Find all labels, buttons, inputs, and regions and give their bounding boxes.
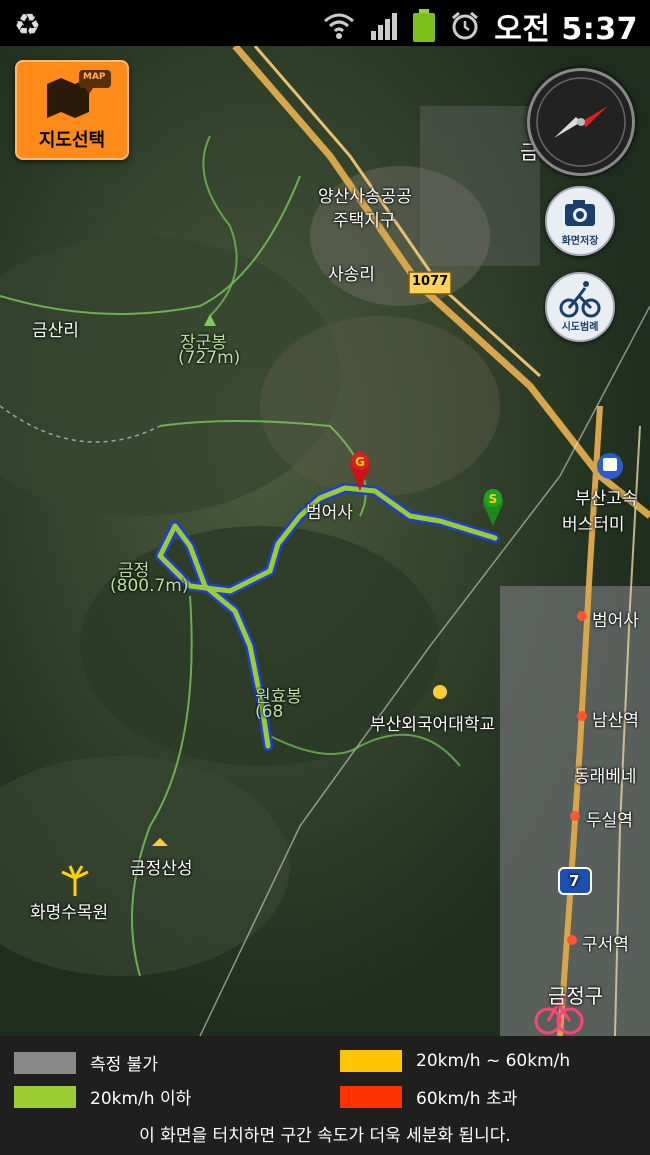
camera-icon — [565, 200, 595, 226]
station-dot-icon — [577, 711, 587, 721]
label-wonhyo-height: (68 — [255, 702, 284, 722]
legend-item-over-60: 60km/h 초과 — [340, 1084, 517, 1109]
legend-swatch-gray — [14, 1051, 76, 1074]
label-geumsanri: 금산리 — [32, 321, 79, 341]
status-time: 오전 5:37 — [494, 12, 638, 47]
label-apartment: 양산사송공공 — [318, 187, 412, 207]
station-dot-icon — [570, 811, 580, 821]
label-route7: 7 — [569, 872, 580, 890]
speed-legend[interactable]: 측정 불가 20km/h ~ 60km/h 20km/h 이하 60km/h 초… — [0, 1036, 650, 1155]
compass-icon[interactable] — [527, 68, 635, 176]
label-geumjeong-height: (800.7m) — [110, 576, 189, 596]
label-apartment2: 주택지구 — [333, 211, 396, 231]
legend-label-unmeasurable: 측정 불가 — [90, 1055, 158, 1075]
station-dot-icon — [577, 611, 587, 621]
recycle-icon: ♻ — [14, 8, 41, 43]
legend-swatch-red — [340, 1085, 402, 1108]
legend-item-unmeasurable: 측정 불가 — [14, 1050, 158, 1075]
school-icon — [433, 685, 447, 699]
status-bar: ♻ 오전 5:37 — [0, 0, 650, 47]
bike-legend-button[interactable]: 시도범례 — [545, 272, 615, 342]
save-screen-label: 화면저장 — [561, 236, 599, 247]
map-badge: MAP — [83, 72, 106, 82]
station-dot-icon — [567, 935, 577, 945]
legend-item-under-20: 20km/h 이하 — [14, 1084, 191, 1109]
map-select-button[interactable]: MAP 지도선택 — [15, 60, 129, 160]
legend-touch-note: 이 화면을 터치하면 구간 속도가 더욱 세분화 됩니다. — [139, 1126, 511, 1146]
label-namsan-station: 남산역 — [592, 711, 639, 731]
legend-label-20-60: 20km/h ~ 60km/h — [416, 1051, 571, 1071]
label-janggun-height: (727m) — [178, 348, 241, 368]
label-beomeosa: 범어사 — [306, 503, 353, 523]
label-hwamyeong: 화명수목원 — [30, 903, 109, 923]
label-bus-terminal: 부산고속 — [575, 489, 638, 509]
label-sasong: 사송리 — [328, 265, 375, 285]
wifi-icon — [324, 13, 355, 39]
map-icon — [47, 70, 111, 118]
label-geumjeongsanseong: 금정산성 — [130, 859, 193, 879]
cyclist-icon — [559, 281, 601, 318]
legend-swatch-yellow — [340, 1050, 402, 1072]
legend-label-over-60: 60km/h 초과 — [416, 1089, 518, 1109]
label-beomeosa-station: 범어사 — [592, 611, 639, 631]
map-select-label: 지도선택 — [38, 130, 106, 151]
bus-icon — [597, 453, 623, 479]
label-guseo-station: 구서역 — [582, 935, 629, 955]
legend-swatch-green — [14, 1085, 76, 1108]
label-dongnae: 동래베네 — [574, 767, 637, 787]
label-bus-terminal2: 버스터미 — [562, 515, 625, 535]
legend-label-under-20: 20km/h 이하 — [90, 1089, 192, 1109]
save-screen-button[interactable]: 화면저장 — [545, 186, 615, 256]
bike-legend-label: 시도범례 — [561, 322, 599, 333]
satellite-map[interactable]: G S 양산사송공공 주택지구 사송리 1077 금산리 장군봉 (727m) … — [0, 46, 650, 1036]
alarm-icon — [452, 11, 479, 40]
svg-text:G: G — [355, 455, 365, 469]
label-geumjeonggu: 금정구 — [548, 984, 604, 1008]
signal-icon — [371, 13, 398, 40]
legend-item-20-60: 20km/h ~ 60km/h — [340, 1050, 570, 1072]
label-road1077: 1077 — [412, 274, 449, 289]
svg-text:S: S — [489, 492, 498, 506]
label-dusil-station: 두실역 — [586, 811, 633, 831]
battery-icon — [413, 9, 436, 42]
label-busan-univ: 부산외국어대학교 — [370, 715, 496, 735]
